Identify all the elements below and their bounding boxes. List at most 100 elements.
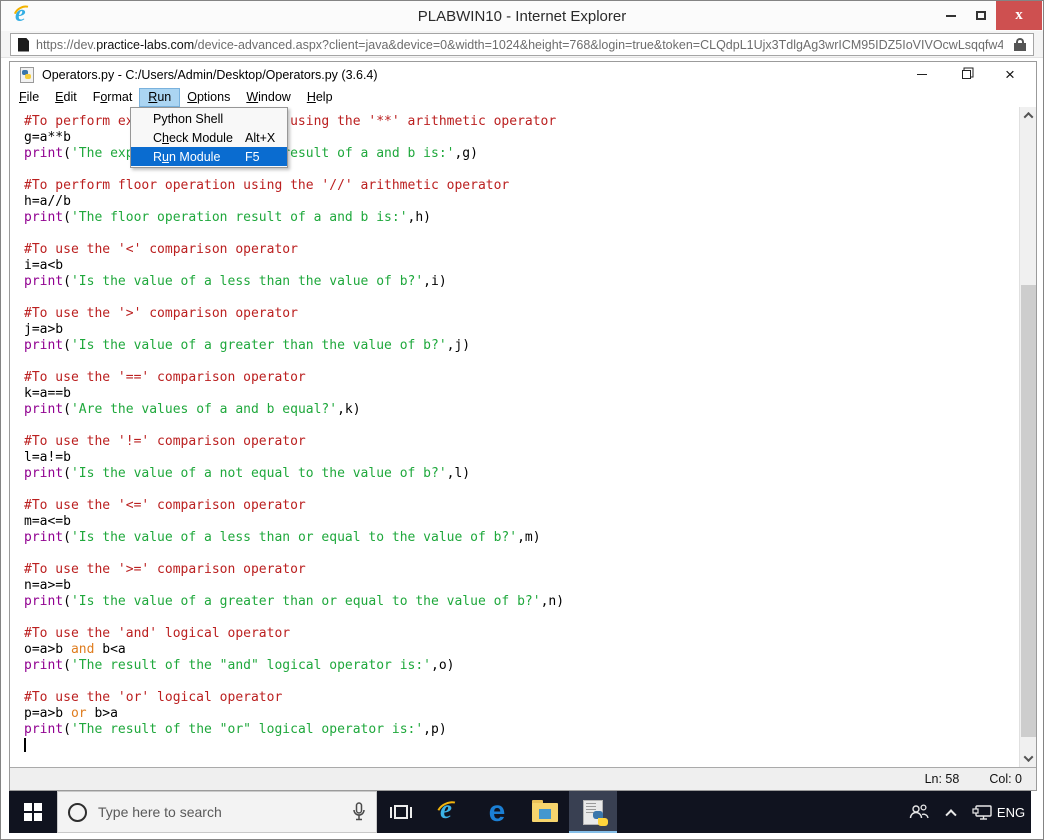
- edge-task-button[interactable]: e: [473, 791, 521, 833]
- scroll-up-button[interactable]: [1020, 107, 1036, 124]
- code-line: i=a<b: [24, 258, 64, 273]
- code-line: m=a<=b: [24, 514, 71, 529]
- close-icon: x: [1015, 7, 1023, 23]
- windows-logo-icon: [24, 803, 42, 821]
- code-line: #To use the '==' comparison operator: [24, 370, 306, 385]
- people-icon: [909, 804, 929, 819]
- browser-address-row: https://dev.practice-labs.com/device-adv…: [1, 31, 1043, 58]
- restore-icon: [961, 70, 971, 79]
- lock-icon: [1014, 38, 1026, 51]
- code-line: k=a==b: [24, 386, 71, 401]
- taskbar-search-input[interactable]: Type here to search: [57, 791, 377, 833]
- status-col: Col: 0: [989, 772, 1022, 786]
- menu-window[interactable]: Window: [238, 89, 298, 106]
- search-placeholder: Type here to search: [98, 804, 222, 820]
- code-line: print('Is the value of a not equal to th…: [24, 466, 471, 481]
- code-line: #To perform floor operation using the '/…: [24, 178, 510, 193]
- address-bar[interactable]: https://dev.practice-labs.com/device-adv…: [10, 33, 1034, 56]
- menu-help[interactable]: Help: [299, 89, 341, 106]
- microphone-icon: [353, 802, 365, 821]
- code-line: n=a>=b: [24, 578, 71, 593]
- chevron-down-icon: [1023, 752, 1034, 763]
- browser-minimize-button[interactable]: [936, 1, 966, 30]
- idle-restore-button[interactable]: [944, 62, 988, 87]
- code-line: print('Are the values of a and b equal?'…: [24, 402, 361, 417]
- menu-item-python-shell[interactable]: Python Shell: [131, 109, 287, 128]
- code-line: #To use the '!=' comparison operator: [24, 434, 306, 449]
- menu-file[interactable]: File: [11, 89, 47, 106]
- code-line: print('The result of the "and" logical o…: [24, 658, 455, 673]
- url-text[interactable]: https://dev.practice-labs.com/device-adv…: [36, 38, 1003, 52]
- run-menu-dropdown: Python Shell Check Module Alt+X Run Module F…: [130, 107, 288, 168]
- show-hidden-icons-button[interactable]: [935, 791, 967, 833]
- cortana-ring-icon: [68, 802, 87, 822]
- task-view-icon: [390, 805, 412, 819]
- people-button[interactable]: [903, 791, 935, 833]
- browser-titlebar: e PLABWIN10 - Internet Explorer x: [1, 1, 1043, 31]
- menu-run[interactable]: Run: [139, 87, 181, 107]
- taskbar: Type here to search e e ENG: [9, 791, 1031, 833]
- vertical-scrollbar[interactable]: [1019, 107, 1036, 767]
- remote-desktop: Operators.py - C:/Users/Admin/Desktop/Op…: [1, 58, 1043, 839]
- start-button[interactable]: [9, 791, 57, 833]
- idle-close-button[interactable]: ×: [988, 62, 1032, 87]
- python-idle-icon: [583, 799, 608, 826]
- maximize-icon: [976, 11, 986, 20]
- code-line: print('The result of the "or" logical op…: [24, 722, 447, 737]
- code-line: #To use the '>=' comparison operator: [24, 562, 306, 577]
- code-line: j=a>b: [24, 322, 64, 337]
- browser-window: e PLABWIN10 - Internet Explorer x https:…: [0, 0, 1044, 840]
- code-line: l=a!=b: [24, 450, 71, 465]
- chevron-up-icon: [1023, 111, 1034, 122]
- text-cursor: [24, 738, 26, 752]
- code-line: p=a>b or b>a: [24, 706, 118, 721]
- code-line: #To use the '>' comparison operator: [24, 306, 298, 321]
- menu-item-run-module[interactable]: Run Module F5: [131, 147, 287, 166]
- code-line: print('The floor operation result of a a…: [24, 210, 431, 225]
- menu-item-check-module[interactable]: Check Module Alt+X: [131, 128, 287, 147]
- code-area[interactable]: #To perform exponential operation using …: [10, 107, 1019, 767]
- status-line: Ln: 58: [924, 772, 960, 786]
- idle-minimize-button[interactable]: [900, 62, 944, 87]
- network-icon: [972, 805, 992, 820]
- menu-edit[interactable]: Edit: [47, 89, 85, 106]
- browser-window-title: PLABWIN10 - Internet Explorer: [417, 7, 627, 25]
- file-explorer-task-button[interactable]: [521, 791, 569, 833]
- code-line: #To use the 'and' logical operator: [24, 626, 291, 641]
- internet-explorer-icon: e: [433, 794, 465, 826]
- menu-options[interactable]: Options: [179, 89, 238, 106]
- browser-close-button[interactable]: x: [996, 1, 1042, 30]
- scrollbar-thumb[interactable]: [1021, 285, 1036, 737]
- python-idle-task-button[interactable]: [569, 791, 617, 833]
- language-indicator[interactable]: ENG: [997, 791, 1031, 833]
- network-button[interactable]: [967, 791, 999, 833]
- code-line: h=a//b: [24, 194, 71, 209]
- menu-format[interactable]: Format: [85, 89, 141, 106]
- idle-titlebar[interactable]: Operators.py - C:/Users/Admin/Desktop/Op…: [10, 62, 1036, 87]
- idle-window-title: Operators.py - C:/Users/Admin/Desktop/Op…: [42, 67, 378, 82]
- idle-window: Operators.py - C:/Users/Admin/Desktop/Op…: [9, 61, 1037, 791]
- minimize-icon: [946, 14, 956, 17]
- browser-maximize-button[interactable]: [966, 1, 996, 30]
- code-line: o=a>b and b<a: [24, 642, 126, 657]
- internet-explorer-task-button[interactable]: e: [425, 791, 473, 833]
- code-line: print('Is the value of a less than the v…: [24, 274, 447, 289]
- status-bar: Ln: 58 Col: 0: [10, 767, 1036, 790]
- minimize-icon: [917, 73, 927, 76]
- scroll-down-button[interactable]: [1020, 750, 1036, 767]
- code-line: [24, 738, 1019, 754]
- task-view-button[interactable]: [377, 791, 425, 833]
- python-file-icon: [20, 66, 34, 83]
- code-line: #To use the '<' comparison operator: [24, 242, 298, 257]
- editor-area[interactable]: #To perform exponential operation using …: [10, 107, 1036, 767]
- code-line: print('Is the value of a greater than th…: [24, 338, 471, 353]
- file-explorer-icon: [532, 799, 558, 822]
- page-icon: [18, 37, 29, 52]
